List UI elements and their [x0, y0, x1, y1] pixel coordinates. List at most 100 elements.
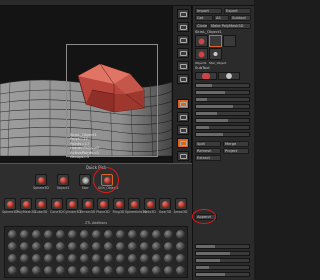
tool-thumb-current[interactable]: [195, 35, 208, 47]
ztl-thumb[interactable]: [128, 242, 137, 251]
subtool-button[interactable]: Subtool: [230, 15, 251, 21]
split-button[interactable]: Split: [195, 141, 221, 147]
subtool-slider[interactable]: [195, 90, 250, 95]
panel-slider[interactable]: [195, 244, 250, 249]
ztl-thumb[interactable]: [20, 242, 29, 251]
extract-button[interactable]: Extract: [195, 155, 221, 161]
ztl-thumb[interactable]: [92, 266, 101, 275]
ztl-thumb[interactable]: [152, 254, 161, 263]
tool-button[interactable]: [50, 198, 63, 210]
ztl-thumb[interactable]: [68, 242, 77, 251]
ztl-thumb[interactable]: [152, 230, 161, 239]
export-button[interactable]: Export: [224, 8, 251, 14]
ztl-thumb[interactable]: [116, 242, 125, 251]
ztl-thumb[interactable]: [44, 266, 53, 275]
tool-button[interactable]: [143, 198, 156, 210]
scale-button[interactable]: [177, 151, 189, 161]
ztl-thumb[interactable]: [68, 254, 77, 263]
ztl-thumb[interactable]: [164, 242, 173, 251]
ztl-thumb[interactable]: [8, 242, 17, 251]
ztl-thumb[interactable]: [20, 254, 29, 263]
ztl-thumb[interactable]: [176, 230, 185, 239]
ztl-thumb[interactable]: [92, 230, 101, 239]
tool-button[interactable]: [159, 198, 171, 210]
ztl-thumb[interactable]: [92, 242, 101, 251]
ztl-thumb[interactable]: [164, 254, 173, 263]
import-button[interactable]: Import: [195, 8, 222, 14]
ztl-thumb[interactable]: [104, 266, 113, 275]
ztl-thumb[interactable]: [80, 242, 89, 251]
floor-button[interactable]: [177, 112, 189, 122]
ztl-thumb[interactable]: [8, 266, 17, 275]
tool-sphere3d[interactable]: [35, 174, 47, 186]
local-button[interactable]: [177, 125, 189, 135]
tool-button[interactable]: [112, 198, 125, 210]
ztl-thumb[interactable]: [44, 242, 53, 251]
ztl-thumb[interactable]: [32, 254, 41, 263]
ztl-thumb[interactable]: [116, 266, 125, 275]
project-button[interactable]: Project: [223, 148, 249, 154]
merge-button[interactable]: Merge: [223, 141, 249, 147]
ztl-thumb[interactable]: [140, 230, 149, 239]
persp-button[interactable]: [177, 99, 189, 109]
tool-button[interactable]: [97, 198, 109, 210]
tool-button[interactable]: [174, 198, 187, 210]
ztl-thumb[interactable]: [116, 254, 125, 263]
panel-slider[interactable]: [195, 251, 250, 256]
ztl-thumb[interactable]: [104, 254, 113, 263]
tool-thumb-star[interactable]: [209, 48, 222, 60]
ztl-thumb[interactable]: [44, 254, 53, 263]
canvas-viewport[interactable]: SkinL_Object1 Polys=12 Points=17 HiddenP…: [0, 6, 172, 163]
ztl-thumb[interactable]: [164, 266, 173, 275]
subtool-slider[interactable]: [195, 104, 250, 109]
ztl-thumb[interactable]: [44, 230, 53, 239]
ztl-thumb[interactable]: [140, 242, 149, 251]
actual-button[interactable]: [177, 61, 189, 71]
ztl-thumb[interactable]: [80, 266, 89, 275]
ztl-thumb[interactable]: [164, 230, 173, 239]
ztl-thumb[interactable]: [32, 242, 41, 251]
ztl-thumb[interactable]: [68, 266, 77, 275]
tool-thumb-alpha[interactable]: [223, 35, 236, 47]
zoom-button[interactable]: [177, 48, 189, 58]
remesh-button[interactable]: Remesh: [195, 148, 221, 154]
subtool-slider[interactable]: [195, 83, 250, 88]
ztl-thumb[interactable]: [68, 230, 77, 239]
tool-thumb-r[interactable]: [209, 35, 222, 47]
aahalf-button[interactable]: [177, 74, 189, 84]
tool-star[interactable]: [79, 174, 91, 186]
scroll-button[interactable]: [177, 35, 189, 45]
ztl-thumb[interactable]: [56, 254, 65, 263]
ztl-thumb[interactable]: [176, 242, 185, 251]
ztl-thumb[interactable]: [20, 266, 29, 275]
ztl-thumb[interactable]: [104, 242, 113, 251]
tool-thumb-object1[interactable]: [195, 48, 208, 60]
ztl-thumb[interactable]: [176, 254, 185, 263]
ztl-thumb[interactable]: [152, 266, 161, 275]
tool-button[interactable]: [66, 198, 78, 210]
ztl-thumb[interactable]: [56, 230, 65, 239]
subtool-slider[interactable]: [195, 132, 250, 137]
panel-slider[interactable]: [195, 258, 250, 263]
subtool-slider[interactable]: [195, 118, 250, 123]
ztl-thumb[interactable]: [8, 254, 17, 263]
ztl-thumb[interactable]: [140, 254, 149, 263]
spix-button[interactable]: [177, 22, 189, 32]
tool-button[interactable]: [81, 198, 94, 210]
ztl-thumb[interactable]: [128, 254, 137, 263]
tool-button[interactable]: [19, 198, 32, 210]
ztl-thumb[interactable]: [32, 230, 41, 239]
get-button[interactable]: Get: [195, 15, 213, 21]
ztl-thumb[interactable]: [56, 266, 65, 275]
subtool-slider[interactable]: [195, 125, 250, 130]
ztl-thumb[interactable]: [92, 254, 101, 263]
all-button[interactable]: All: [214, 15, 229, 21]
subtool-item[interactable]: [195, 72, 217, 80]
tool-button[interactable]: [35, 198, 47, 210]
subtool-item[interactable]: [218, 72, 240, 80]
tool-button[interactable]: [4, 198, 16, 210]
ztl-thumb[interactable]: [32, 266, 41, 275]
move-button[interactable]: [177, 138, 189, 148]
tool-object1[interactable]: [57, 174, 69, 186]
ztl-thumb[interactable]: [20, 230, 29, 239]
